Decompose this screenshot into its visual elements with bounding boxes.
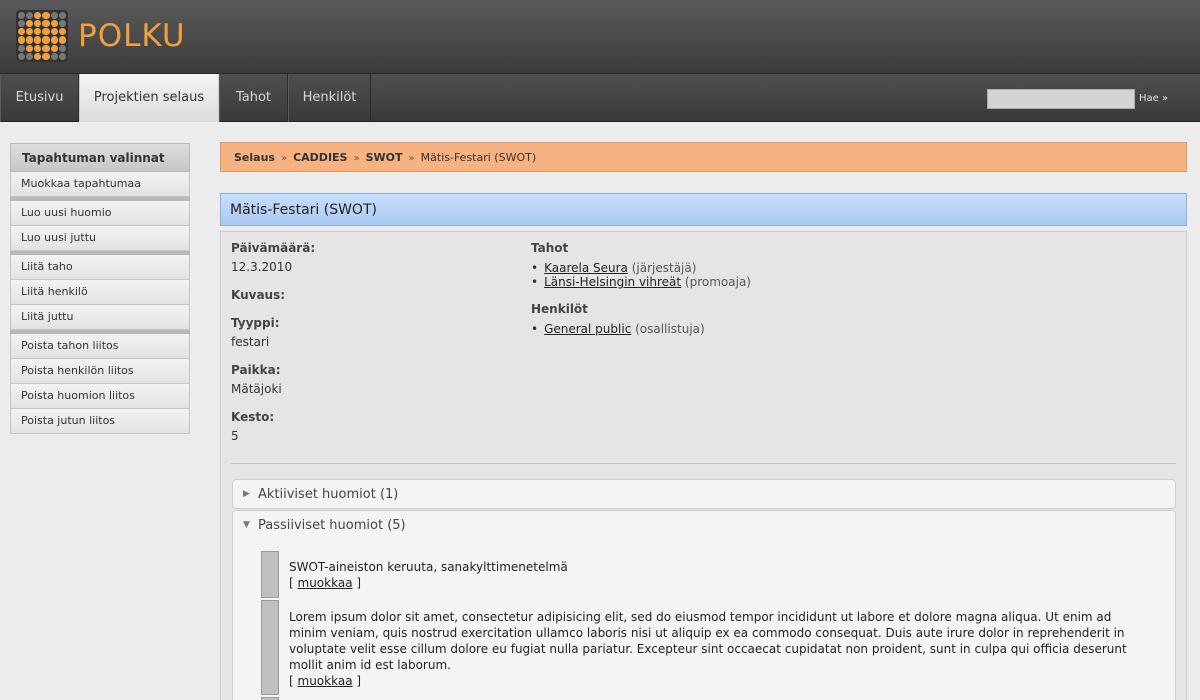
parties-label: Tahot bbox=[531, 241, 569, 255]
tab-henkilot[interactable]: Henkilöt bbox=[288, 74, 371, 122]
bracket: [ bbox=[289, 576, 294, 590]
search-button[interactable]: Hae » bbox=[1139, 93, 1168, 104]
note-handle bbox=[261, 551, 279, 598]
logo-dots-icon bbox=[16, 10, 68, 62]
persons-label: Henkilöt bbox=[531, 302, 588, 316]
duration-label: Kesto: bbox=[231, 410, 275, 424]
list-item: General public (osallistuja) bbox=[531, 322, 931, 336]
type-label: Tyyppi: bbox=[231, 316, 280, 330]
edit-note-link[interactable]: muokkaa bbox=[298, 576, 353, 590]
search-input[interactable] bbox=[987, 89, 1135, 109]
breadcrumb-link-swot[interactable]: SWOT bbox=[366, 151, 403, 164]
description-label: Kuvaus: bbox=[231, 288, 286, 302]
place-value: Mätäjoki bbox=[231, 382, 282, 396]
bracket: [ bbox=[289, 674, 294, 688]
list-item: Länsi-Helsingin vihreät (promoaja) bbox=[531, 275, 931, 289]
main-nav: Etusivu Projektien selaus Tahot Henkilöt… bbox=[0, 74, 1200, 122]
list-item: SWOT-aineiston keruuta, sanakylttimenete… bbox=[289, 559, 1129, 591]
section-divider bbox=[231, 463, 1176, 464]
duration-value: 5 bbox=[231, 429, 239, 443]
edit-note-link[interactable]: muokkaa bbox=[298, 674, 353, 688]
event-details: Päivämäärä: 12.3.2010 Kuvaus: Tyyppi: fe… bbox=[220, 231, 1187, 700]
sidebar-item-new-note[interactable]: Luo uusi huomio bbox=[10, 201, 190, 226]
chevron-right-icon: ▶ bbox=[243, 489, 250, 499]
party-role: (järjestäjä) bbox=[631, 261, 697, 275]
sidebar-item-remove-note-link[interactable]: Poista huomion liitos bbox=[10, 384, 190, 409]
list-item: Kaarela Seura (järjestäjä) bbox=[531, 261, 931, 275]
sidebar-item-remove-story-link[interactable]: Poista jutun liitos bbox=[10, 409, 190, 434]
app-header: POLKU bbox=[0, 0, 1200, 74]
type-value: festari bbox=[231, 335, 270, 349]
list-item: Lorem ipsum dolor sit amet, consectetur … bbox=[289, 609, 1129, 689]
chevron-down-icon: ▼ bbox=[243, 520, 250, 530]
tab-etusivu[interactable]: Etusivu bbox=[0, 74, 79, 122]
note-text: SWOT-aineiston keruuta, sanakylttimenete… bbox=[289, 560, 568, 574]
bracket: ] bbox=[356, 576, 362, 590]
accordion-active-label: Aktiiviset huomiot (1) bbox=[258, 487, 399, 502]
sidebar-item-remove-party-link[interactable]: Poista tahon liitos bbox=[10, 334, 190, 359]
breadcrumb-link-selaus[interactable]: Selaus bbox=[234, 151, 275, 164]
event-relations: Tahot Kaarela Seura (järjestäjä) Länsi-H… bbox=[531, 241, 931, 336]
breadcrumb-separator: » bbox=[280, 153, 288, 164]
breadcrumb-link-caddies[interactable]: CADDIES bbox=[293, 151, 347, 164]
sidebar-item-new-story[interactable]: Luo uusi juttu bbox=[10, 226, 190, 251]
tab-projektien-selaus[interactable]: Projektien selaus bbox=[79, 74, 219, 122]
logo-text: POLKU bbox=[78, 18, 186, 54]
person-role: (osallistuja) bbox=[635, 322, 705, 336]
date-value: 12.3.2010 bbox=[231, 260, 293, 274]
place-label: Paikka: bbox=[231, 363, 281, 377]
event-fields: Päivämäärä: 12.3.2010 Kuvaus: Tyyppi: fe… bbox=[231, 241, 511, 443]
party-link[interactable]: Kaarela Seura bbox=[544, 261, 628, 275]
sidebar-heading: Tapahtuman valinnat bbox=[10, 143, 190, 172]
sidebar-item-attach-person[interactable]: Liitä henkilö bbox=[10, 280, 190, 305]
logo[interactable]: POLKU bbox=[16, 10, 186, 62]
sidebar-item-attach-story[interactable]: Liitä juttu bbox=[10, 305, 190, 330]
sidebar: Tapahtuman valinnat Muokkaa tapahtumaa L… bbox=[10, 143, 190, 434]
person-link[interactable]: General public bbox=[544, 322, 631, 336]
sidebar-item-remove-person-link[interactable]: Poista henkilön liitos bbox=[10, 359, 190, 384]
note-text: Lorem ipsum dolor sit amet, consectetur … bbox=[289, 610, 1127, 672]
accordion-passive-notes[interactable]: ▼ Passiiviset huomiot (5) bbox=[232, 510, 1176, 540]
sidebar-item-edit-event[interactable]: Muokkaa tapahtumaa bbox=[10, 172, 190, 197]
party-link[interactable]: Länsi-Helsingin vihreät bbox=[544, 275, 681, 289]
note-handle bbox=[261, 600, 279, 695]
breadcrumb: Selaus » CADDIES » SWOT » Mätis-Festari (SWOT) bbox=[220, 142, 1187, 172]
date-label: Päivämäärä: bbox=[231, 241, 316, 255]
accordion-active-notes[interactable]: ▶ Aktiiviset huomiot (1) bbox=[232, 479, 1176, 509]
accordion-passive-label: Passiiviset huomiot (5) bbox=[258, 518, 406, 533]
tab-tahot[interactable]: Tahot bbox=[219, 74, 288, 122]
party-role: (promoaja) bbox=[684, 275, 751, 289]
breadcrumb-separator: » bbox=[408, 153, 415, 164]
sidebar-item-attach-party[interactable]: Liitä taho bbox=[10, 255, 190, 280]
passive-notes-panel: SWOT-aineiston keruuta, sanakylttimenete… bbox=[232, 539, 1176, 700]
breadcrumb-separator: » bbox=[353, 153, 360, 164]
page-title: Mätis-Festari (SWOT) bbox=[220, 193, 1187, 226]
breadcrumb-current: Mätis-Festari (SWOT) bbox=[420, 151, 537, 164]
bracket: ] bbox=[356, 674, 362, 688]
